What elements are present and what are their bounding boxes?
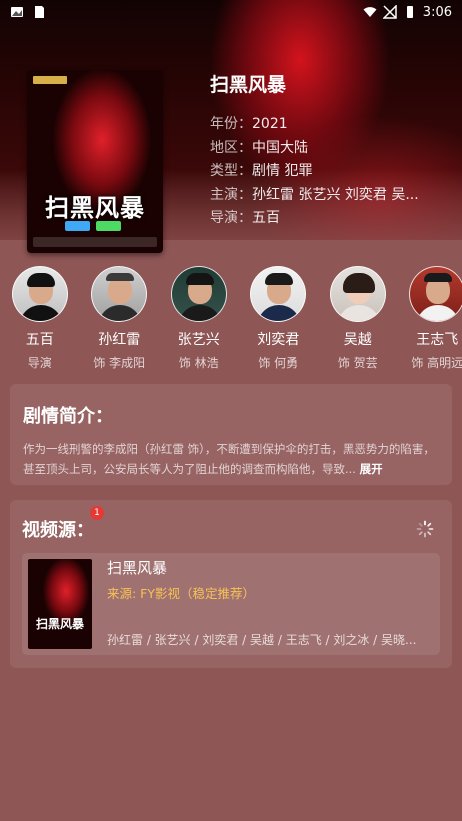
cast-name: 张艺兴 [177, 332, 220, 348]
video-sources-card: 视频源： 1 扫黑风暴 扫黑风暴 来源: FY影视（稳定推荐） 孙红雷 / 张艺… [10, 500, 452, 668]
cast-role: 饰 高明远 [411, 356, 462, 370]
status-time: 3:06 [422, 4, 452, 20]
sources-count-badge: 1 [90, 506, 104, 520]
synopsis-title: 剧情简介： [23, 406, 113, 427]
source-cast: 孙红雷 / 张艺兴 / 刘奕君 / 吴越 / 王志飞 / 刘之冰 / 吴晓... [107, 633, 417, 647]
avatar [409, 266, 462, 322]
source-title: 扫黑风暴 [107, 559, 168, 577]
avatar [91, 266, 148, 322]
cast-name: 孙红雷 [98, 332, 141, 348]
cast-member[interactable]: 王志飞 饰 高明远 [398, 266, 462, 371]
battery-icon [406, 6, 413, 18]
movie-title: 扫黑风暴 [210, 74, 287, 96]
poster-brand-tag [33, 76, 67, 84]
region-row: 地区：中国大陆 [210, 139, 308, 156]
cast-name: 王志飞 [416, 332, 459, 348]
director-value: 五百 [252, 210, 280, 226]
source-origin: 来源: FY影视（稳定推荐） [107, 586, 256, 601]
cast-role: 饰 李成阳 [93, 356, 146, 370]
cast-role: 饰 贺芸 [337, 356, 378, 370]
cast-member[interactable]: 五百 导演 [0, 266, 80, 371]
synopsis-card: 剧情简介： 作为一线刑警的李成阳（孙红雷 饰），不断遭到保护伞的打击，黑恶势力的… [10, 384, 452, 485]
sources-title: 视频源： [22, 520, 94, 541]
expand-button[interactable]: 展开 [360, 462, 383, 476]
wifi-icon [363, 7, 377, 17]
source-thumbnail: 扫黑风暴 [28, 559, 92, 649]
cast-name: 五百 [25, 332, 54, 348]
movie-info: 扫黑风暴 年份：2021 地区：中国大陆 类型：剧情 犯罪 主演：孙红雷 张艺兴… [210, 70, 450, 231]
cast-role: 饰 林浩 [178, 356, 219, 370]
cast-member[interactable]: 张艺兴 饰 林浩 [159, 266, 239, 371]
avatar [170, 266, 227, 322]
poster-title: 扫黑风暴 [45, 193, 145, 222]
gallery-notification-icon [11, 7, 23, 17]
video-source-item[interactable]: 扫黑风暴 扫黑风暴 来源: FY影视（稳定推荐） 孙红雷 / 张艺兴 / 刘奕君… [22, 553, 440, 655]
avatar [11, 266, 68, 322]
year-value: 2021 [252, 116, 288, 132]
cast-value: 孙红雷 张艺兴 刘奕君 吴... [252, 186, 419, 203]
director-row: 导演：五百 [210, 210, 280, 226]
poster-platform-logos [65, 221, 121, 231]
no-signal-icon [382, 5, 397, 19]
avatar [329, 266, 386, 322]
cast-name: 刘奕君 [257, 332, 300, 348]
avatar [250, 266, 307, 322]
genre-value: 剧情 犯罪 [252, 163, 313, 179]
cast-member[interactable]: 吴越 饰 贺芸 [318, 266, 398, 371]
cast-name: 吴越 [343, 332, 372, 348]
loading-spinner-icon [416, 520, 434, 538]
genre-row: 类型：剧情 犯罪 [210, 163, 313, 179]
year-row: 年份：2021 [210, 116, 288, 132]
synopsis-text: 作为一线刑警的李成阳（孙红雷 饰），不断遭到保护伞的打击，黑恶势力的陷害，甚至顶… [23, 442, 435, 476]
cast-carousel[interactable]: 五百 导演 孙红雷 饰 李成阳 张艺兴 饰 林浩 刘奕君 饰 何勇 吴越 饰 贺… [0, 266, 462, 376]
cast-role: 饰 何勇 [258, 356, 299, 370]
sd-card-icon [35, 6, 44, 18]
region-value: 中国大陆 [252, 139, 308, 156]
cast-role: 导演 [27, 356, 52, 370]
status-bar: 3:06 [0, 0, 462, 24]
cast-row: 主演：孙红雷 张艺兴 刘奕君 吴... [210, 186, 419, 203]
cast-member[interactable]: 孙红雷 饰 李成阳 [80, 266, 160, 371]
movie-poster[interactable]: 扫黑风暴 [27, 70, 163, 253]
poster-credits [33, 237, 157, 247]
cast-member[interactable]: 刘奕君 饰 何勇 [239, 266, 319, 371]
